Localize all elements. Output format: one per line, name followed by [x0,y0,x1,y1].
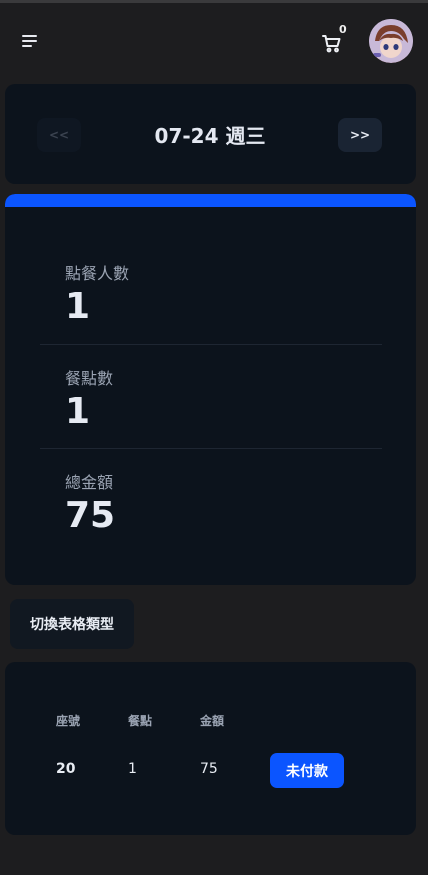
divider [40,448,382,449]
column-header-meal: 餐點 [128,714,153,728]
stat-total-amount: 總金額 75 [65,469,115,537]
summary-stats-card: 點餐人數 1 餐點數 1 總金額 75 [5,194,416,585]
stat-value: 1 [65,391,91,432]
current-date: 07-24 週三 [154,124,266,148]
column-header-seat: 座號 [56,714,81,728]
top-bar: 0 [0,0,428,78]
column-header-amount: 金額 [200,714,225,728]
stat-label: 點餐人數 [65,264,130,283]
cell-amount: 75 [200,761,218,777]
stats-accent-bar [5,194,416,207]
stat-label: 餐點數 [65,369,114,388]
stat-meal-count: 餐點數 1 [65,365,113,433]
cell-meal: 1 [128,761,137,777]
stat-value: 75 [65,495,116,536]
cart-count-badge: 0 [339,23,347,36]
orders-table: 座號 餐點 金額 20 1 75 未付款 [5,662,416,835]
payment-status-button[interactable]: 未付款 [270,753,344,788]
previous-day-button[interactable]: << [37,118,81,152]
user-avatar[interactable] [369,19,413,63]
stat-value: 1 [65,286,91,327]
divider [40,344,382,345]
menu-icon[interactable] [22,33,40,49]
date-navigator: << 07-24 週三 >> [5,84,416,184]
stat-diners: 點餐人數 1 [65,260,129,328]
toggle-table-type-button[interactable]: 切換表格類型 [10,599,134,649]
stat-label: 總金額 [65,473,114,492]
cell-seat: 20 [56,761,76,777]
next-day-button[interactable]: >> [338,118,382,152]
